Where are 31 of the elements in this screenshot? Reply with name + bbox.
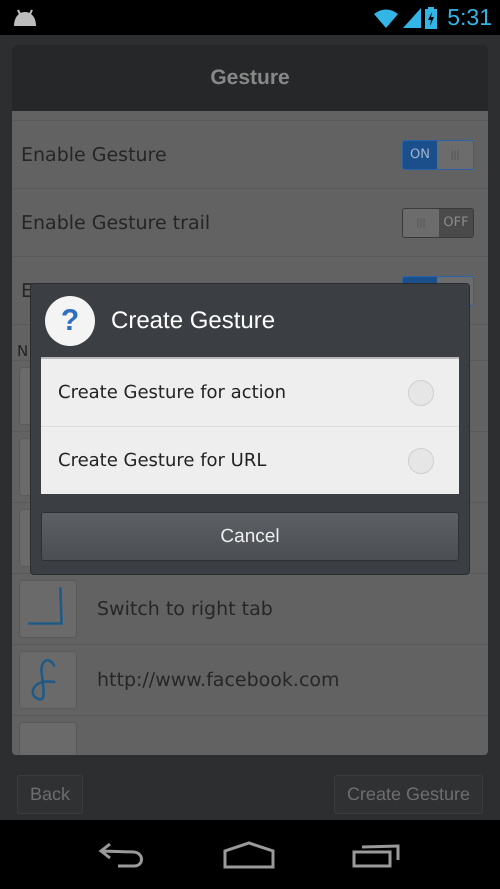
option-label: Create Gesture for URL [58, 450, 266, 471]
clock-time: 5:31 [447, 4, 492, 31]
toggle-switch[interactable]: ON [402, 140, 474, 170]
option-row[interactable]: Create Gesture for URL [41, 427, 459, 494]
gesture-label: http://www.facebook.com [97, 669, 340, 691]
recent-apps-icon [352, 842, 402, 868]
gesture-icon [19, 651, 77, 709]
back-button[interactable]: Back [17, 775, 84, 814]
battery-icon [425, 6, 438, 28]
signal-icon [403, 8, 422, 28]
setting-label: Enable Gesture trail [21, 212, 210, 234]
section-header: N [17, 342, 28, 360]
radio-button[interactable] [408, 448, 434, 474]
android-icon [12, 8, 38, 26]
setting-label: Enable Gesture [21, 144, 167, 166]
gesture-icon [19, 580, 77, 638]
option-label: Create Gesture for action [58, 382, 286, 403]
gesture-row[interactable]: http://www.facebook.com [12, 645, 488, 716]
home-icon [222, 840, 275, 868]
create-gesture-button[interactable]: Create Gesture [334, 775, 483, 814]
wifi-icon [373, 8, 400, 28]
setting-row[interactable]: Enable Gesture ON [12, 121, 488, 189]
help-icon: ? [45, 296, 95, 346]
radio-button[interactable] [408, 380, 434, 406]
toggle-switch[interactable]: OFF [402, 208, 474, 238]
screen-title: Gesture [210, 66, 290, 90]
setting-row[interactable]: Enable Gesture trail OFF [12, 189, 488, 257]
dialog-title: Create Gesture [111, 306, 276, 334]
gesture-label: Switch to right tab [97, 598, 273, 620]
option-row[interactable]: Create Gesture for action [41, 359, 459, 427]
cancel-button[interactable]: Cancel [41, 512, 459, 561]
